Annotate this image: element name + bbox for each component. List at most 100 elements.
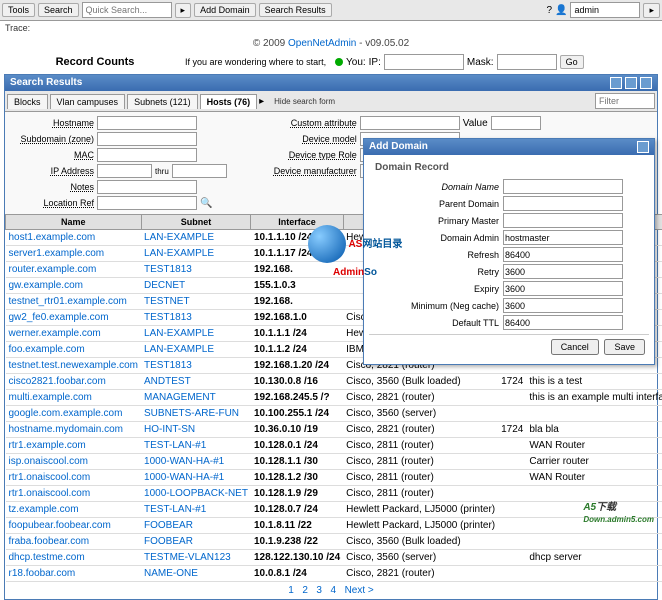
page-4[interactable]: 4 xyxy=(330,585,336,596)
subnet-link[interactable]: FOOBEAR xyxy=(144,536,193,547)
add-domain-button[interactable]: Add Domain xyxy=(194,3,256,17)
ttl-input[interactable] xyxy=(503,315,623,330)
search-results-button[interactable]: Search Results xyxy=(259,3,332,17)
host-link[interactable]: gw.example.com xyxy=(9,280,83,291)
host-link[interactable]: router.example.com xyxy=(9,264,97,275)
host-link[interactable]: gw2_fe0.example.com xyxy=(9,312,109,323)
cancel-button[interactable]: Cancel xyxy=(551,339,599,355)
host-link[interactable]: foopubear.foobear.com xyxy=(9,520,111,531)
subnet-link[interactable]: TEST-LAN-#1 xyxy=(144,504,206,515)
host-link[interactable]: r18.foobar.com xyxy=(9,568,76,579)
user-input[interactable] xyxy=(570,2,640,18)
host-link[interactable]: server1.example.com xyxy=(9,248,105,259)
subnet-link[interactable]: LAN-EXAMPLE xyxy=(144,248,214,259)
hide-search-link[interactable]: Hide search form xyxy=(274,97,335,106)
search-icon[interactable]: 🔍 xyxy=(200,198,212,209)
ona-link[interactable]: OpenNetAdmin xyxy=(288,38,356,49)
subnet-link[interactable]: TEST1813 xyxy=(144,264,192,275)
value-input[interactable] xyxy=(491,116,541,130)
host-link[interactable]: rtr1.example.com xyxy=(9,440,86,451)
host-link[interactable]: dhcp.testme.com xyxy=(9,552,85,563)
mac-input[interactable] xyxy=(97,148,197,162)
subnet-link[interactable]: ANDTEST xyxy=(144,376,191,387)
subnet-link[interactable]: DECNET xyxy=(144,280,185,291)
host-link[interactable]: host1.example.com xyxy=(9,232,96,243)
host-link[interactable]: testnet_rtr01.example.com xyxy=(9,296,127,307)
tab-hosts[interactable]: Hosts (76) xyxy=(200,94,258,109)
subnet-link[interactable]: TEST-LAN-#1 xyxy=(144,440,206,451)
host-link[interactable]: rtr1.onaiscool.com xyxy=(9,488,91,499)
custom-input[interactable] xyxy=(360,116,460,130)
mask-input[interactable] xyxy=(497,54,557,70)
subnet-link[interactable]: TEST1813 xyxy=(144,360,192,371)
host-link[interactable]: isp.onaiscool.com xyxy=(9,456,88,467)
minimum-input[interactable] xyxy=(503,298,623,313)
hostname-input[interactable] xyxy=(97,116,197,130)
subnet-link[interactable]: LAN-EXAMPLE xyxy=(144,344,214,355)
dialog-header[interactable]: Add Domain xyxy=(364,139,654,155)
tab-vlan[interactable]: Vlan campuses xyxy=(50,94,126,109)
tab-subnets[interactable]: Subnets (121) xyxy=(127,94,198,109)
host-link[interactable]: hostname.mydomain.com xyxy=(9,424,124,435)
col-iface[interactable]: Interface xyxy=(251,215,343,230)
user-go-button[interactable]: ▸ xyxy=(643,3,660,18)
filter-input[interactable] xyxy=(595,93,655,109)
quick-search-input[interactable] xyxy=(82,2,172,18)
host-link[interactable]: google.com.example.com xyxy=(9,408,123,419)
ip-from-input[interactable] xyxy=(97,164,152,178)
save-button[interactable]: Save xyxy=(604,339,645,355)
subnet-link[interactable]: SUBNETS-ARE-FUN xyxy=(144,408,239,419)
col-subnet[interactable]: Subnet xyxy=(141,215,251,230)
subnet-link[interactable]: NAME-ONE xyxy=(144,568,198,579)
page-1[interactable]: 1 xyxy=(288,585,294,596)
domain-name-input[interactable] xyxy=(503,179,623,194)
subnet-link[interactable]: 1000-WAN-HA-#1 xyxy=(144,472,224,483)
retry-input[interactable] xyxy=(503,264,623,279)
host-link[interactable]: fraba.foobear.com xyxy=(9,536,90,547)
subnet-link[interactable]: 1000-LOOPBACK-NET xyxy=(144,488,248,499)
subnet-link[interactable]: TESTME-VLAN123 xyxy=(144,552,231,563)
col-name[interactable]: Name xyxy=(6,215,142,230)
primary-master-input[interactable] xyxy=(503,213,623,228)
subnet-link[interactable]: TESTNET xyxy=(144,296,190,307)
detach-icon[interactable] xyxy=(625,77,637,89)
table-row: foopubear.foobear.comFOOBEAR10.1.8.11 /2… xyxy=(6,518,662,534)
minimize-icon[interactable] xyxy=(610,77,622,89)
dialog-close-icon[interactable] xyxy=(637,141,649,153)
parent-domain-input[interactable] xyxy=(503,196,623,211)
host-link[interactable]: cisco2821.foobar.com xyxy=(9,376,106,387)
page-3[interactable]: 3 xyxy=(316,585,322,596)
subnet-link[interactable]: FOOBEAR xyxy=(144,520,193,531)
subnet-link[interactable]: TEST1813 xyxy=(144,312,192,323)
host-link[interactable]: testnet.test.newexample.com xyxy=(9,360,139,371)
close-icon[interactable] xyxy=(640,77,652,89)
subdomain-input[interactable] xyxy=(97,132,197,146)
quick-go-button[interactable]: ▸ xyxy=(175,3,192,18)
go-button[interactable]: Go xyxy=(560,55,584,69)
host-link[interactable]: tz.example.com xyxy=(9,504,79,515)
domain-admin-input[interactable] xyxy=(503,230,623,245)
subnet-link[interactable]: HO-INT-SN xyxy=(144,424,195,435)
notes-input[interactable] xyxy=(97,180,197,194)
expiry-input[interactable] xyxy=(503,281,623,296)
ip-to-input[interactable] xyxy=(172,164,227,178)
host-link[interactable]: werner.example.com xyxy=(9,328,101,339)
locref-input[interactable] xyxy=(97,196,197,210)
header-row: Record Counts If you are wondering where… xyxy=(0,52,662,72)
page-2[interactable]: 2 xyxy=(302,585,308,596)
page-next[interactable]: Next > xyxy=(345,585,374,596)
tab-blocks[interactable]: Blocks xyxy=(7,94,48,109)
help-icon[interactable]: ? xyxy=(546,5,552,16)
subnet-link[interactable]: MANAGEMENT xyxy=(144,392,216,403)
host-link[interactable]: rtr1.onaiscool.com xyxy=(9,472,91,483)
tools-button[interactable]: Tools xyxy=(2,3,35,17)
host-link[interactable]: multi.example.com xyxy=(9,392,92,403)
subnet-link[interactable]: LAN-EXAMPLE xyxy=(144,328,214,339)
search-button[interactable]: Search xyxy=(38,3,79,17)
refresh-input[interactable] xyxy=(503,247,623,262)
collapse-icon[interactable]: ▸ xyxy=(259,96,264,107)
subnet-link[interactable]: 1000-WAN-HA-#1 xyxy=(144,456,224,467)
host-link[interactable]: foo.example.com xyxy=(9,344,85,355)
subnet-link[interactable]: LAN-EXAMPLE xyxy=(144,232,214,243)
ip-input[interactable] xyxy=(384,54,464,70)
